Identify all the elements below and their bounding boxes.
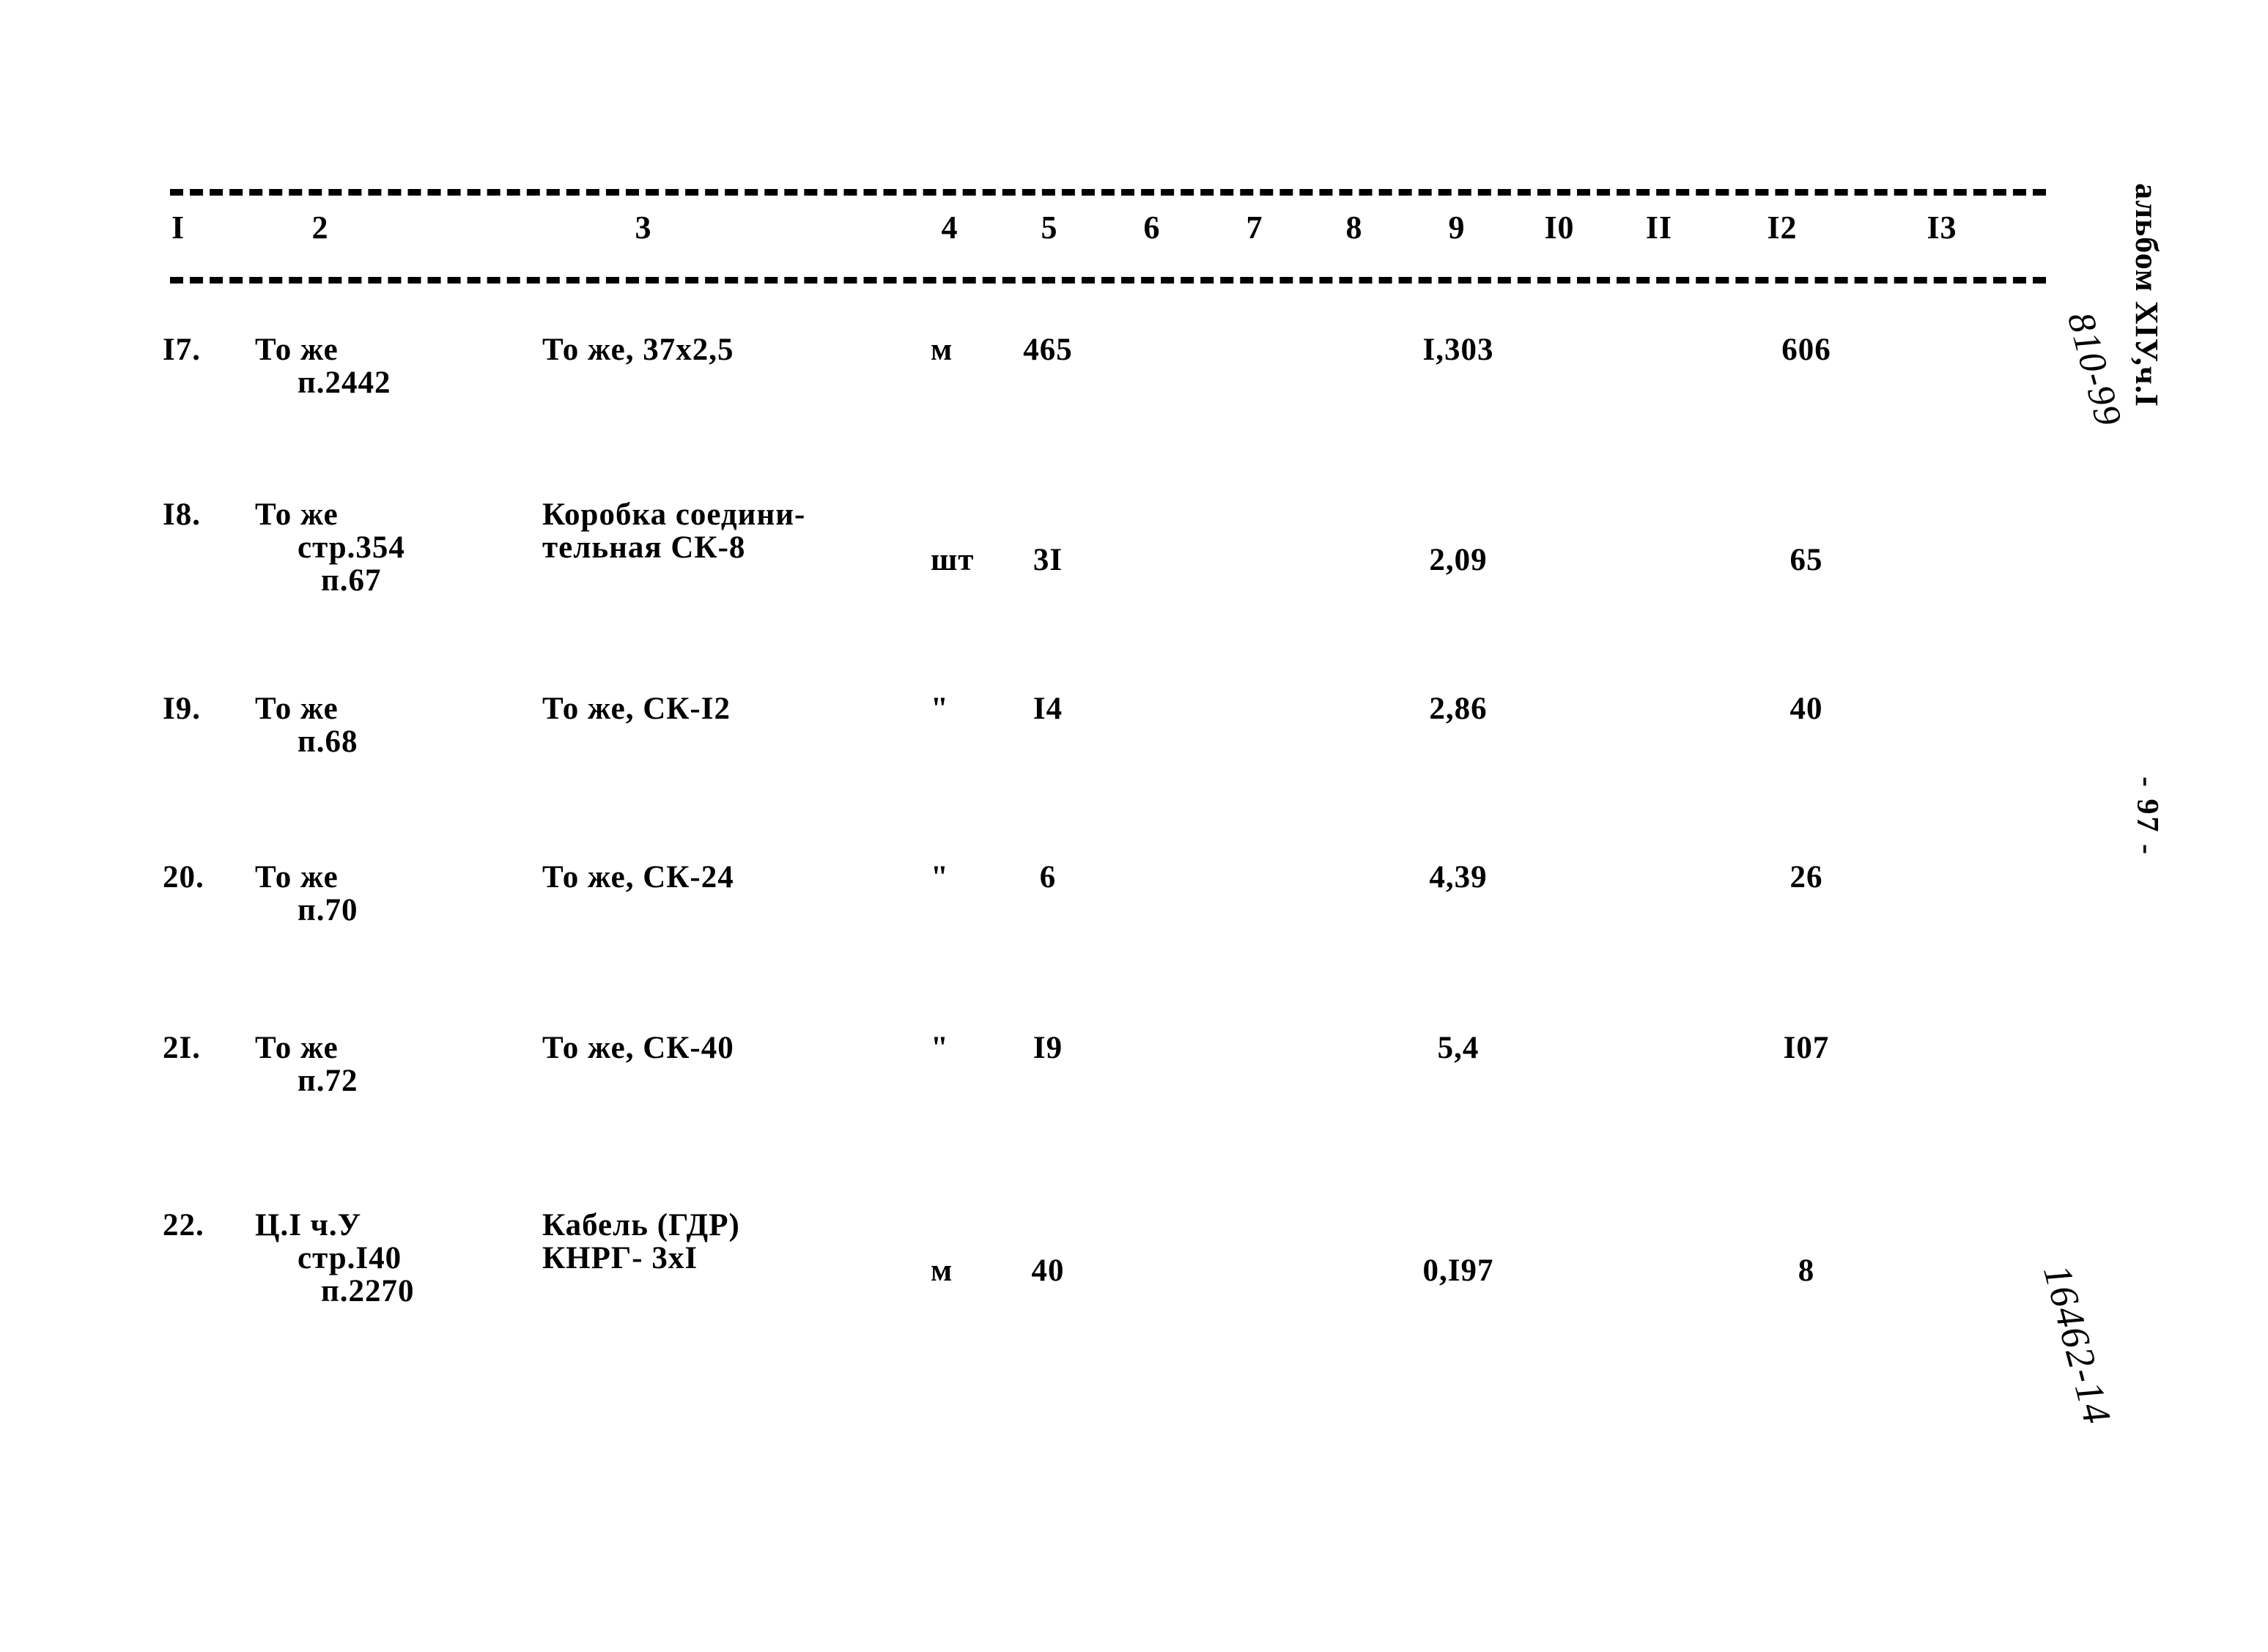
row-unit-price: 5,4 bbox=[1437, 1031, 1480, 1065]
row-quantity: I9 bbox=[1033, 1031, 1063, 1065]
row-unit: " bbox=[931, 1031, 949, 1065]
row-index: I8. bbox=[163, 497, 201, 532]
row-reference-line: п.72 bbox=[298, 1064, 358, 1099]
row-unit: " bbox=[931, 860, 949, 894]
row-reference-cell: То же п.70 bbox=[255, 861, 358, 927]
album-label: альбом ХIУ,ч.I bbox=[2129, 183, 2165, 407]
row-reference-line: То же bbox=[255, 1031, 339, 1065]
row-reference-line: п.67 bbox=[321, 563, 382, 599]
row-reference-line: То же bbox=[255, 333, 339, 367]
row-description-cell: Коробка соедини-тельная СК-8 bbox=[542, 498, 805, 564]
column-header-12: I2 bbox=[1767, 210, 1798, 245]
column-header-6: 6 bbox=[1143, 210, 1161, 245]
row-description-cell: Кабель (ГДР) КНРГ- 3хI bbox=[542, 1209, 740, 1275]
row-total: 40 bbox=[1789, 692, 1823, 726]
scanned-document-page: I 2 3 4 5 6 7 8 9 I0 II I2 I3 I7. То же п.2442 То же, 3… bbox=[0, 0, 2268, 1652]
column-header-8: 8 bbox=[1345, 210, 1363, 245]
row-quantity: 3I bbox=[1033, 543, 1063, 577]
row-index: I9. bbox=[163, 692, 201, 726]
row-reference-line: п.68 bbox=[298, 725, 358, 760]
row-index: I7. bbox=[163, 333, 201, 367]
row-reference-line: стр.I40 bbox=[298, 1241, 402, 1276]
row-total: 8 bbox=[1798, 1253, 1815, 1288]
row-index: 20. bbox=[163, 860, 204, 894]
row-total: 606 bbox=[1781, 333, 1831, 367]
row-reference-line: То же bbox=[255, 692, 339, 726]
row-description-cell: То же, СК-24 bbox=[542, 861, 734, 894]
column-header-11: II bbox=[1645, 210, 1673, 245]
row-description-line: То же, 37х2,5 bbox=[542, 333, 734, 367]
row-reference-line: Ц.I ч.У bbox=[255, 1208, 362, 1242]
row-reference-cell: То же п.2442 bbox=[255, 333, 391, 399]
row-reference-line: п.2270 bbox=[321, 1274, 415, 1309]
row-description-cell: То же, СК-I2 bbox=[542, 692, 731, 725]
row-description-line: То же, СК-I2 bbox=[542, 692, 731, 726]
table-header-bottom-dashed-rule bbox=[170, 277, 2046, 284]
row-reference-line: То же bbox=[255, 860, 339, 894]
column-header-4: 4 bbox=[941, 210, 958, 245]
row-unit-price: 2,86 bbox=[1429, 692, 1488, 726]
row-reference-line: То же bbox=[255, 497, 339, 532]
row-index: 22. bbox=[163, 1208, 204, 1242]
row-reference-cell: То же п.72 bbox=[255, 1031, 358, 1097]
row-unit-price: I,303 bbox=[1422, 333, 1494, 367]
column-header-7: 7 bbox=[1246, 210, 1263, 245]
column-number-header-row: I 2 3 4 5 6 7 8 9 I0 II I2 I3 bbox=[0, 210, 2268, 262]
row-description-line: Кабель (ГДР) bbox=[542, 1208, 740, 1242]
row-quantity: 40 bbox=[1031, 1253, 1065, 1288]
row-description-line: То же, СК-24 bbox=[542, 860, 734, 894]
row-quantity: 6 bbox=[1039, 860, 1057, 894]
row-description-line: КНРГ- 3хI bbox=[542, 1241, 698, 1276]
row-reference-line: п.2442 bbox=[298, 366, 391, 401]
row-unit: " bbox=[931, 692, 949, 726]
row-reference-cell: То же стр.354 п.67 bbox=[255, 497, 405, 599]
row-unit-price: 2,09 bbox=[1429, 543, 1488, 577]
row-total: 65 bbox=[1789, 543, 1823, 577]
column-header-2: 2 bbox=[311, 210, 329, 245]
row-index: 2I. bbox=[163, 1031, 201, 1065]
row-unit: м bbox=[931, 1253, 953, 1288]
row-quantity: I4 bbox=[1033, 692, 1063, 726]
row-total: I07 bbox=[1783, 1031, 1830, 1065]
column-header-5: 5 bbox=[1041, 210, 1058, 245]
row-description-line: То же, СК-40 bbox=[542, 1031, 734, 1065]
document-code-handwritten: 16462-14 bbox=[2035, 1260, 2120, 1430]
column-header-3: 3 bbox=[635, 210, 652, 245]
row-description-cell: То же, СК-40 bbox=[542, 1031, 734, 1064]
row-unit: шт bbox=[931, 543, 975, 577]
row-reference-line: п.70 bbox=[298, 893, 358, 928]
row-reference-line: стр.354 bbox=[298, 530, 405, 566]
row-unit-price: 0,I97 bbox=[1422, 1253, 1494, 1288]
page-number: - 97 - bbox=[2130, 777, 2164, 856]
row-total: 26 bbox=[1789, 860, 1823, 894]
row-description-cell: То же, 37х2,5 bbox=[542, 333, 734, 366]
row-description-line: Коробка соедини- bbox=[542, 497, 806, 532]
row-description-line: тельная СК-8 bbox=[542, 530, 746, 566]
album-code-handwritten: 810-99 bbox=[2058, 308, 2130, 431]
row-reference-cell: То же п.68 bbox=[255, 692, 358, 758]
row-reference-cell: Ц.I ч.У стр.I40 п.2270 bbox=[255, 1209, 415, 1308]
table-top-dashed-rule bbox=[170, 189, 2046, 196]
column-header-13: I3 bbox=[1927, 210, 1957, 245]
column-header-9: 9 bbox=[1448, 210, 1466, 245]
column-header-10: I0 bbox=[1544, 210, 1575, 245]
row-unit: м bbox=[931, 333, 953, 367]
row-unit-price: 4,39 bbox=[1429, 860, 1488, 894]
column-header-1: I bbox=[171, 210, 185, 245]
row-quantity: 465 bbox=[1023, 333, 1073, 367]
